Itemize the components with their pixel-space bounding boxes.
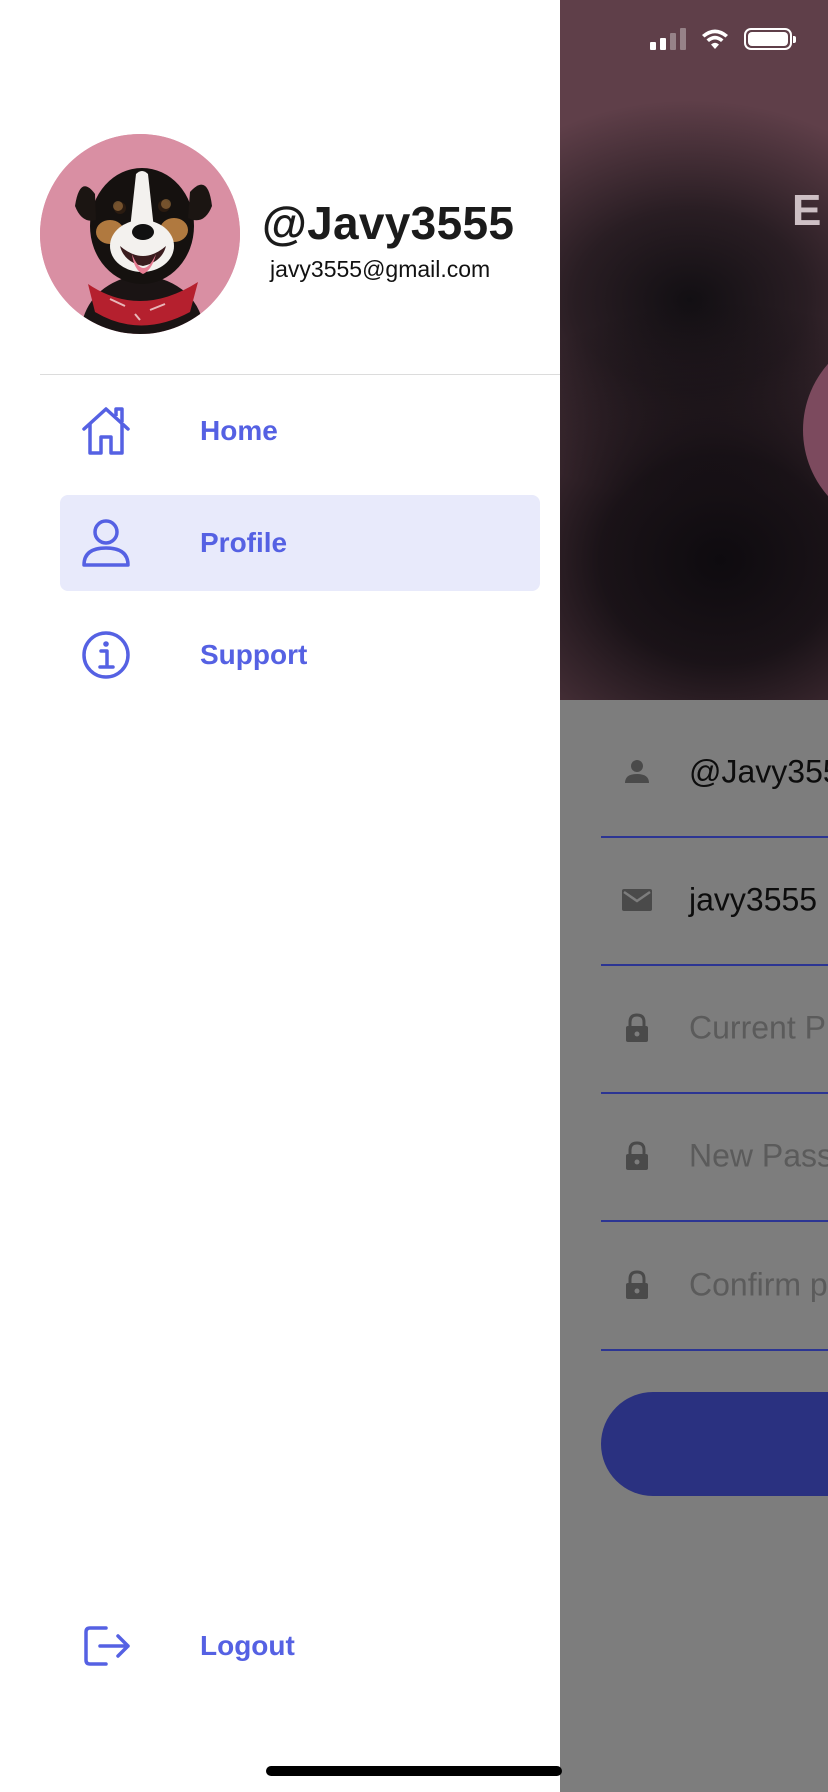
confirm-password-placeholder: Confirm p	[689, 1266, 828, 1303]
info-icon	[82, 631, 130, 679]
nav-label-support: Support	[200, 639, 308, 670]
nav-item-home[interactable]: Home	[60, 383, 540, 479]
nav-item-profile[interactable]: Profile	[60, 495, 540, 591]
lock-icon	[626, 1141, 648, 1170]
divider	[40, 374, 560, 375]
battery-icon	[744, 28, 796, 50]
cellular-signal-icon	[650, 28, 686, 50]
nav-item-support[interactable]: Support	[60, 607, 540, 703]
mail-icon	[622, 889, 652, 911]
current-password-field[interactable]: Current P	[601, 964, 828, 1094]
person-icon	[625, 760, 649, 783]
navigation-drawer: @Javy3555 javy3555@gmail.com Home Profil…	[0, 0, 560, 1792]
hero-title: E	[792, 186, 822, 235]
wifi-icon	[702, 29, 728, 49]
email-value: javy3555	[689, 881, 818, 918]
current-password-placeholder: Current P	[689, 1009, 826, 1046]
username-value: @Javy355	[689, 753, 828, 790]
logout-button[interactable]: Logout	[60, 1598, 540, 1694]
lock-icon	[626, 1270, 648, 1299]
nav-label-logout: Logout	[200, 1630, 295, 1661]
user-email: javy3555@gmail.com	[270, 256, 491, 282]
nav-label-profile: Profile	[200, 527, 288, 558]
save-button[interactable]	[601, 1392, 828, 1496]
lock-icon	[626, 1013, 648, 1042]
home-icon	[82, 407, 130, 455]
logout-icon	[84, 1626, 130, 1666]
nav-label-home: Home	[200, 415, 278, 446]
user-icon	[82, 519, 130, 567]
dog-avatar-image	[40, 134, 240, 334]
email-field[interactable]: javy3555	[601, 836, 828, 966]
dog-avatar[interactable]	[40, 134, 240, 334]
home-indicator[interactable]	[266, 1766, 562, 1776]
new-password-field[interactable]: New Pass	[601, 1092, 828, 1222]
username-field[interactable]: @Javy355	[601, 708, 828, 838]
hero-avatar	[803, 330, 828, 530]
confirm-password-field[interactable]: Confirm p	[601, 1221, 828, 1351]
new-password-placeholder: New Pass	[689, 1137, 828, 1174]
username-heading: @Javy3555	[262, 197, 515, 249]
status-bar	[650, 28, 796, 50]
